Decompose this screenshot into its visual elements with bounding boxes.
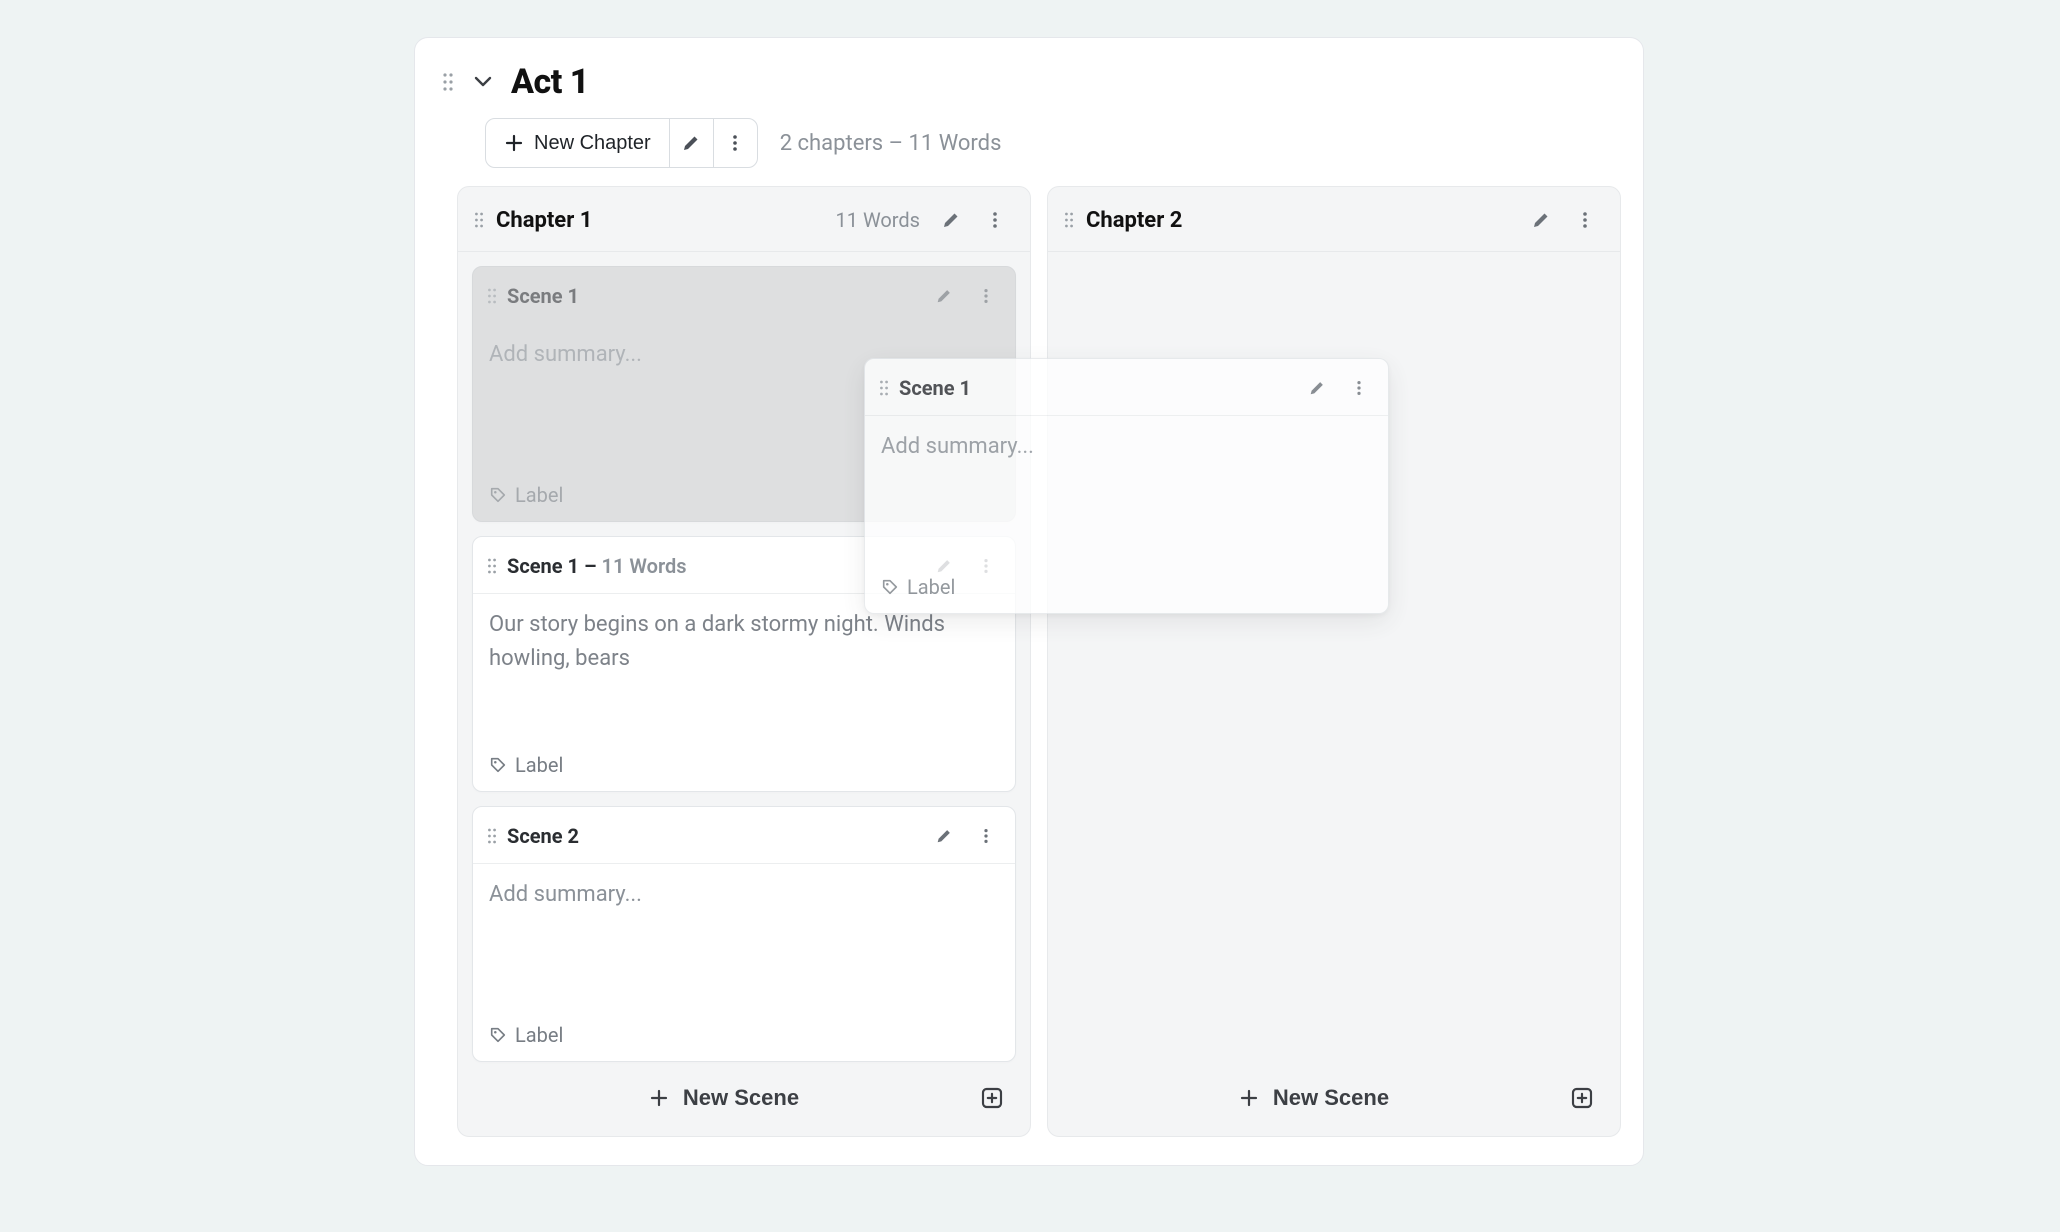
more-vertical-icon	[1575, 210, 1595, 230]
chevron-down-icon[interactable]	[469, 68, 497, 96]
act-header: Act 1	[437, 58, 1621, 112]
more-vertical-icon	[977, 287, 995, 305]
scene-card-dragging[interactable]: Scene 1 Add summary... Label	[864, 358, 1389, 614]
scene-card[interactable]: Scene 2 Add summary... Label	[472, 806, 1016, 1062]
tag-icon	[489, 756, 507, 774]
new-chapter-label: New Chapter	[534, 132, 651, 155]
new-scene-split-button[interactable]	[1562, 1078, 1602, 1118]
pencil-icon	[935, 827, 953, 845]
plus-icon	[649, 1088, 669, 1108]
chapter-word-count: 11 Words	[836, 208, 920, 232]
chapter-title[interactable]: Chapter 2	[1086, 208, 1182, 233]
new-scene-label: New Scene	[683, 1085, 799, 1111]
scene-label-text: Label	[515, 483, 563, 507]
edit-chapter-button[interactable]	[1524, 203, 1558, 237]
scene-label-button[interactable]: Label	[473, 1013, 1015, 1061]
pencil-icon	[681, 133, 701, 153]
pencil-icon	[1308, 379, 1326, 397]
chapter-more-button[interactable]	[1568, 203, 1602, 237]
plus-box-icon	[980, 1086, 1004, 1110]
chapter-header: Chapter 2	[1048, 187, 1620, 252]
act-more-button[interactable]	[713, 119, 757, 167]
pencil-icon	[935, 287, 953, 305]
act-meta: 2 chapters – 11 Words	[774, 131, 1002, 156]
new-scene-split-button[interactable]	[972, 1078, 1012, 1118]
scene-more-button[interactable]	[1342, 371, 1376, 405]
drag-handle-icon[interactable]	[485, 555, 499, 577]
drag-handle-icon[interactable]	[485, 825, 499, 847]
edit-chapter-button[interactable]	[934, 203, 968, 237]
chapter-column: Chapter 1 11 Words Scene 1	[457, 186, 1031, 1137]
scene-header: Scene 1	[865, 359, 1388, 416]
scene-label-text: Label	[907, 575, 955, 599]
scene-title-text: Scene 1 –	[507, 554, 602, 578]
scene-summary-placeholder[interactable]: Add summary...	[865, 416, 1388, 565]
more-vertical-icon	[977, 827, 995, 845]
new-scene-button[interactable]: New Scene	[1066, 1078, 1562, 1118]
plus-box-icon	[1570, 1086, 1594, 1110]
scene-summary[interactable]: Our story begins on a dark stormy night.…	[473, 594, 1015, 743]
edit-act-button[interactable]	[669, 119, 713, 167]
chapter-body	[1048, 252, 1620, 266]
drag-handle-icon[interactable]	[472, 209, 486, 231]
more-vertical-icon	[725, 133, 745, 153]
act-toolbar: New Chapter 2 chapters – 11 Words	[485, 118, 1621, 168]
scene-label-text: Label	[515, 1023, 563, 1047]
pencil-icon	[941, 210, 961, 230]
edit-scene-button[interactable]	[927, 819, 961, 853]
tag-icon	[489, 1026, 507, 1044]
scene-label-button[interactable]: Label	[473, 743, 1015, 791]
drag-handle-icon[interactable]	[877, 377, 891, 399]
drag-handle-icon[interactable]	[1062, 209, 1076, 231]
scene-summary-placeholder[interactable]: Add summary...	[473, 864, 1015, 1013]
act-title[interactable]: Act 1	[511, 62, 589, 102]
more-vertical-icon	[1350, 379, 1368, 397]
scene-title: Scene 1	[899, 376, 971, 400]
scene-label-text: Label	[515, 753, 563, 777]
chapters-columns: Chapter 1 11 Words Scene 1	[457, 186, 1621, 1137]
scene-title: Scene 1 – 11 Words	[507, 554, 687, 578]
edit-scene-button[interactable]	[927, 279, 961, 313]
chapter-footer: New Scene	[458, 1062, 1030, 1122]
pencil-icon	[1531, 210, 1551, 230]
new-chapter-group: New Chapter	[485, 118, 758, 168]
plus-icon	[504, 133, 524, 153]
more-vertical-icon	[985, 210, 1005, 230]
scene-header: Scene 1	[473, 267, 1015, 324]
scene-more-button[interactable]	[969, 819, 1003, 853]
chapter-more-button[interactable]	[978, 203, 1012, 237]
scene-title: Scene 1	[507, 284, 579, 308]
scene-title: Scene 2	[507, 824, 579, 848]
tag-icon	[881, 578, 899, 596]
new-scene-label: New Scene	[1273, 1085, 1389, 1111]
scene-label-button[interactable]: Label	[865, 565, 1388, 613]
chapter-header: Chapter 1 11 Words	[458, 187, 1030, 252]
new-scene-button[interactable]: New Scene	[476, 1078, 972, 1118]
scene-header: Scene 2	[473, 807, 1015, 864]
drag-handle-icon[interactable]	[441, 71, 455, 93]
scene-more-button[interactable]	[969, 279, 1003, 313]
drag-handle-icon[interactable]	[485, 285, 499, 307]
chapter-title[interactable]: Chapter 1	[496, 208, 592, 233]
chapter-column: Chapter 2 New Scene	[1047, 186, 1621, 1137]
tag-icon	[489, 486, 507, 504]
edit-scene-button[interactable]	[1300, 371, 1334, 405]
plus-icon	[1239, 1088, 1259, 1108]
new-chapter-button[interactable]: New Chapter	[486, 119, 669, 167]
chapter-footer: New Scene	[1048, 1062, 1620, 1122]
scene-word-count: 11 Words	[602, 554, 687, 578]
